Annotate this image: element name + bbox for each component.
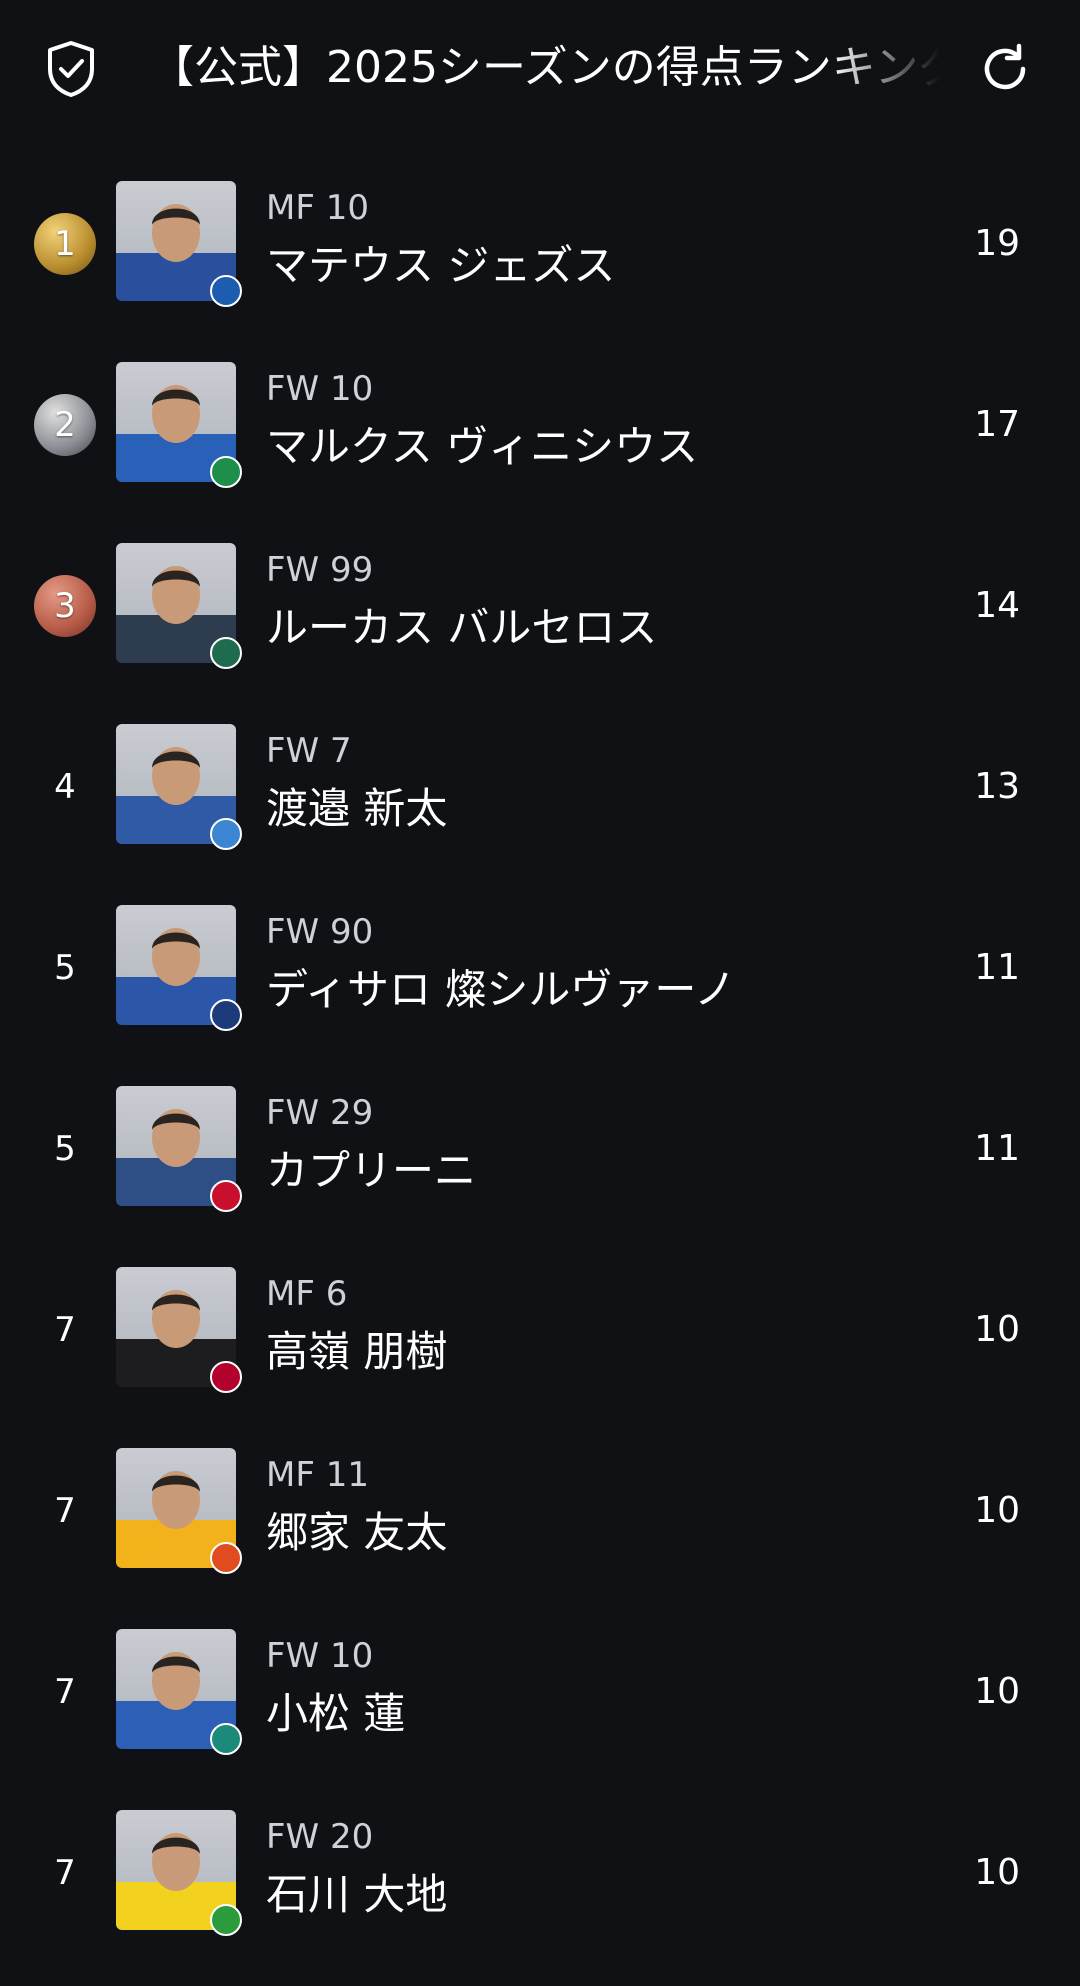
team-emblem-icon: [210, 637, 242, 669]
player-position-number: FW 10: [266, 1636, 374, 1676]
player-position-number: FW 20: [266, 1817, 374, 1857]
goal-count: 10: [974, 1671, 1020, 1712]
player-photo: [116, 1448, 242, 1574]
team-emblem-icon: [210, 1904, 242, 1936]
team-emblem-icon: [210, 818, 242, 850]
player-name: 高嶺 朋樹: [266, 1327, 448, 1376]
player-photo: [116, 362, 242, 488]
ranking-row[interactable]: 7 FW 20 石川 大地 10: [0, 1797, 1080, 1978]
player-photo: [116, 543, 242, 669]
goal-count: 17: [974, 404, 1020, 445]
team-emblem-icon: [210, 275, 242, 307]
player-name: カプリーニ: [266, 1146, 477, 1195]
player-photo: [116, 181, 242, 307]
team-emblem-icon: [210, 1542, 242, 1574]
goal-count: 13: [974, 766, 1020, 807]
player-name: マルクス ヴィニシウス: [266, 422, 699, 471]
player-photo: [116, 1810, 242, 1936]
goal-count: 11: [974, 1128, 1020, 1169]
player-position-number: MF 6: [266, 1274, 348, 1314]
goal-count: 19: [974, 223, 1020, 264]
rank-badge: 7: [54, 1672, 76, 1712]
ranking-row[interactable]: 7 MF 11 郷家 友太 10: [0, 1435, 1080, 1616]
shield-check-icon[interactable]: [40, 38, 102, 100]
player-photo: [116, 905, 242, 1031]
top-app-bar: 【公式】2025シーズンの得点ランキング: [0, 0, 1080, 140]
player-position-number: MF 10: [266, 188, 369, 228]
player-position-number: FW 99: [266, 550, 374, 590]
ranking-row[interactable]: 3 FW 99 ルーカス バルセロス 14: [0, 530, 1080, 711]
player-name: 小松 蓮: [266, 1689, 406, 1738]
ranking-row[interactable]: 7 MF 6 高嶺 朋樹 10: [0, 1254, 1080, 1435]
goal-count: 10: [974, 1309, 1020, 1350]
player-name: ルーカス バルセロス: [266, 603, 658, 652]
ranking-row[interactable]: 1 MF 10 マテウス ジェズス 19: [0, 168, 1080, 349]
player-position-number: FW 7: [266, 731, 352, 771]
page-title: 【公式】2025シーズンの得点ランキング: [150, 42, 940, 93]
team-emblem-icon: [210, 1361, 242, 1393]
rank-badge: 5: [54, 1129, 76, 1169]
team-emblem-icon: [210, 999, 242, 1031]
player-name: ディサロ 燦シルヴァーノ: [266, 965, 736, 1014]
goal-count: 10: [974, 1852, 1020, 1893]
ranking-row[interactable]: 4 FW 7 渡邉 新太 13: [0, 711, 1080, 892]
player-photo: [116, 1629, 242, 1755]
ranking-row[interactable]: 5 FW 90 ディサロ 燦シルヴァーノ 11: [0, 892, 1080, 1073]
player-position-number: FW 10: [266, 369, 374, 409]
player-name: マテウス ジェズス: [266, 241, 616, 290]
team-emblem-icon: [210, 1180, 242, 1212]
ranking-row[interactable]: 5 FW 29 カプリーニ 11: [0, 1073, 1080, 1254]
team-emblem-icon: [210, 1723, 242, 1755]
rank-badge: 7: [54, 1491, 76, 1531]
player-position-number: FW 90: [266, 912, 374, 952]
player-name: 石川 大地: [266, 1870, 448, 1919]
player-photo: [116, 724, 242, 850]
team-emblem-icon: [210, 456, 242, 488]
refresh-icon[interactable]: [974, 38, 1036, 100]
player-position-number: MF 11: [266, 1455, 369, 1495]
ranking-row[interactable]: 7 FW 10 小松 蓮 10: [0, 1616, 1080, 1797]
player-photo: [116, 1086, 242, 1212]
rank-badge: 5: [54, 948, 76, 988]
rank-badge: 1: [34, 213, 96, 275]
goal-count: 14: [974, 585, 1020, 626]
player-name: 郷家 友太: [266, 1508, 448, 1557]
player-photo: [116, 1267, 242, 1393]
goal-count: 11: [974, 947, 1020, 988]
player-name: 渡邉 新太: [266, 784, 448, 833]
rank-badge: 4: [54, 767, 76, 807]
rank-badge: 3: [34, 575, 96, 637]
ranking-row[interactable]: 2 FW 10 マルクス ヴィニシウス 17: [0, 349, 1080, 530]
player-position-number: FW 29: [266, 1093, 374, 1133]
rank-badge: 7: [54, 1853, 76, 1893]
goal-count: 10: [974, 1490, 1020, 1531]
rank-badge: 2: [34, 394, 96, 456]
scorer-ranking-list: 1 MF 10 マテウス ジェズス 19 2 FW 10 マルクス ヴィニシウス 17 3 FW …: [0, 168, 1080, 1978]
rank-badge: 7: [54, 1310, 76, 1350]
